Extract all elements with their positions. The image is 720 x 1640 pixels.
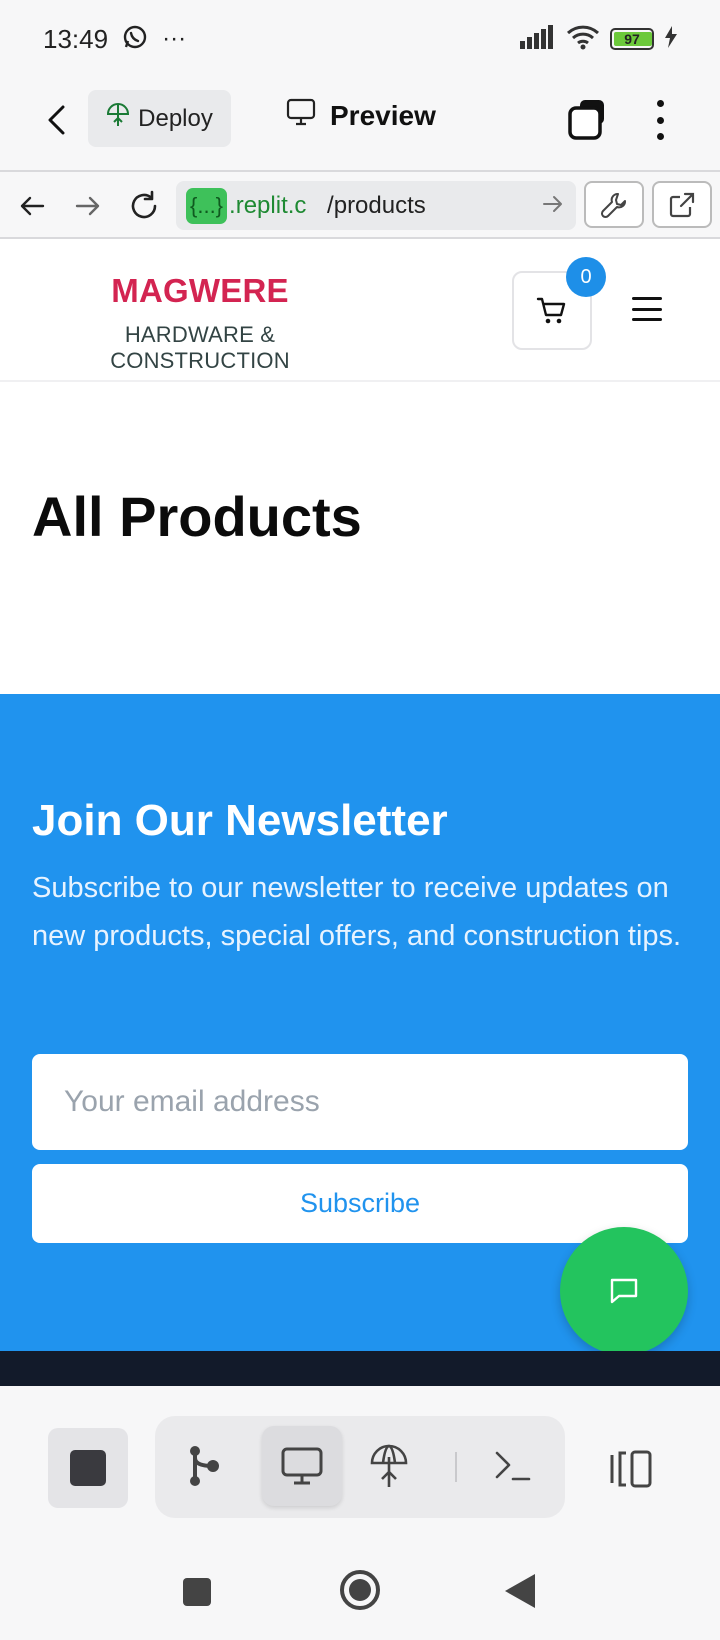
brand-logo[interactable]: MAGWERE HARDWARE & CONSTRUCTION bbox=[32, 272, 368, 374]
system-nav-bar bbox=[0, 1536, 720, 1640]
newsletter-description: Subscribe to our newsletter to receive u… bbox=[32, 872, 682, 952]
reload-button[interactable] bbox=[124, 186, 164, 226]
site-header: MAGWERE HARDWARE & CONSTRUCTION 0 bbox=[0, 239, 720, 382]
tabs-icon bbox=[568, 100, 604, 140]
tool-separator bbox=[455, 1452, 457, 1482]
more-menu-button[interactable] bbox=[646, 96, 674, 144]
branch-icon bbox=[190, 1446, 219, 1486]
stop-button[interactable] bbox=[48, 1428, 128, 1508]
stop-icon bbox=[70, 1450, 106, 1486]
cart-count-badge: 0 bbox=[566, 257, 606, 297]
preview-tool-button[interactable] bbox=[262, 1426, 342, 1506]
subscribe-button[interactable]: Subscribe bbox=[32, 1164, 688, 1243]
url-host: .replit.c bbox=[229, 191, 307, 219]
system-back-button[interactable] bbox=[505, 1574, 535, 1608]
arrow-right-icon bbox=[75, 196, 100, 216]
deployments-button[interactable] bbox=[349, 1426, 429, 1506]
monitor-icon bbox=[281, 1447, 323, 1485]
cart-icon bbox=[536, 297, 566, 323]
open-external-button[interactable] bbox=[652, 181, 712, 228]
site-footer bbox=[0, 1351, 720, 1386]
browser-back-button[interactable] bbox=[12, 186, 52, 226]
newsletter-title: Join Our Newsletter bbox=[32, 796, 448, 845]
home-button[interactable] bbox=[340, 1570, 380, 1610]
battery-level: 97 bbox=[624, 31, 640, 47]
bottom-toolbar bbox=[0, 1386, 720, 1540]
chat-button[interactable] bbox=[560, 1227, 688, 1355]
reload-icon bbox=[131, 190, 157, 219]
url-bar: {...} .replit.c /products bbox=[0, 170, 720, 239]
wifi-icon bbox=[566, 24, 600, 55]
shell-button[interactable] bbox=[473, 1426, 553, 1506]
status-time: 13:49 bbox=[43, 23, 109, 54]
recents-button[interactable] bbox=[183, 1578, 211, 1606]
deploy-icon bbox=[106, 102, 130, 135]
deploy-label: Deploy bbox=[138, 104, 213, 132]
url-path: /products bbox=[327, 191, 426, 219]
battery-icon: 97 bbox=[610, 28, 654, 50]
wrench-icon bbox=[600, 192, 626, 218]
chat-icon bbox=[610, 1278, 638, 1304]
preview-label: Preview bbox=[330, 99, 436, 131]
split-view-icon bbox=[610, 1450, 652, 1488]
preview-tab[interactable]: Preview bbox=[286, 98, 436, 133]
url-badge: {...} bbox=[186, 187, 228, 224]
status-bar: 13:49 ··· 97 bbox=[0, 0, 720, 78]
email-field[interactable] bbox=[32, 1054, 688, 1150]
go-arrow-icon[interactable] bbox=[542, 189, 564, 226]
website-preview: MAGWERE HARDWARE & CONSTRUCTION 0 All Pr… bbox=[0, 239, 720, 1386]
tabs-button[interactable] bbox=[566, 98, 610, 142]
devtools-button[interactable] bbox=[584, 181, 644, 228]
hamburger-menu-button[interactable] bbox=[632, 297, 662, 321]
brand-name: MAGWERE bbox=[111, 272, 289, 309]
arrow-left-icon bbox=[20, 196, 45, 216]
whatsapp-icon bbox=[122, 24, 148, 55]
brand-subtitle: HARDWARE & CONSTRUCTION bbox=[110, 322, 290, 373]
app-top-bar: Deploy Preview bbox=[0, 78, 720, 170]
monitor-icon bbox=[286, 98, 316, 133]
git-branch-button[interactable] bbox=[165, 1426, 245, 1506]
charging-icon bbox=[664, 25, 678, 53]
deploy-icon bbox=[370, 1444, 408, 1487]
external-link-icon bbox=[669, 192, 695, 217]
back-button[interactable] bbox=[36, 100, 76, 140]
page-title: All Products bbox=[32, 485, 362, 548]
terminal-icon bbox=[495, 1451, 531, 1481]
url-field[interactable]: {...} .replit.c /products bbox=[176, 181, 576, 230]
chevron-left-icon bbox=[48, 105, 65, 135]
more-indicator: ··· bbox=[162, 25, 187, 52]
browser-forward-button[interactable] bbox=[68, 186, 108, 226]
split-view-button[interactable] bbox=[606, 1444, 656, 1494]
signal-icon bbox=[520, 24, 556, 54]
tool-group bbox=[155, 1416, 565, 1518]
deploy-button[interactable]: Deploy bbox=[88, 90, 231, 147]
